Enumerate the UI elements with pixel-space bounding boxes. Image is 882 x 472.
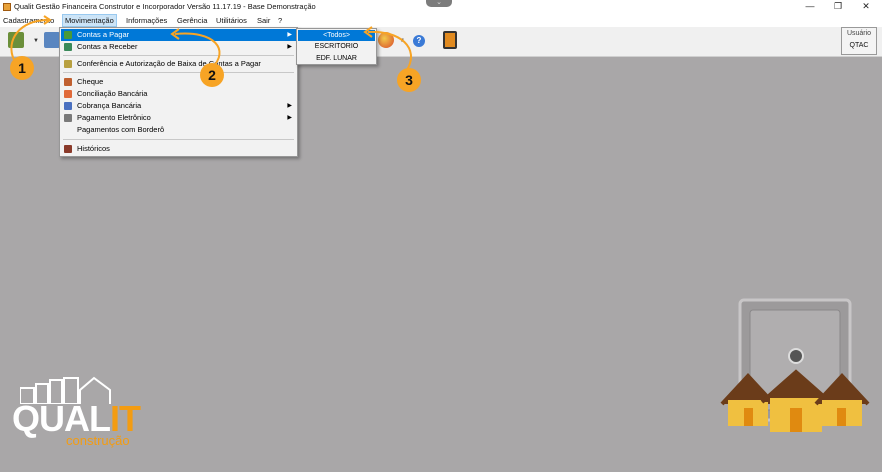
logo-subtitle: construção [66, 433, 130, 448]
annotation-badge-1: 1 [10, 56, 34, 80]
annotation-badge-3: 3 [397, 68, 421, 92]
arrow-1 [10, 19, 49, 61]
safe-houses-illustration [720, 298, 870, 432]
annotation-badge-2: 2 [200, 63, 224, 87]
arrow-3 [367, 30, 413, 71]
